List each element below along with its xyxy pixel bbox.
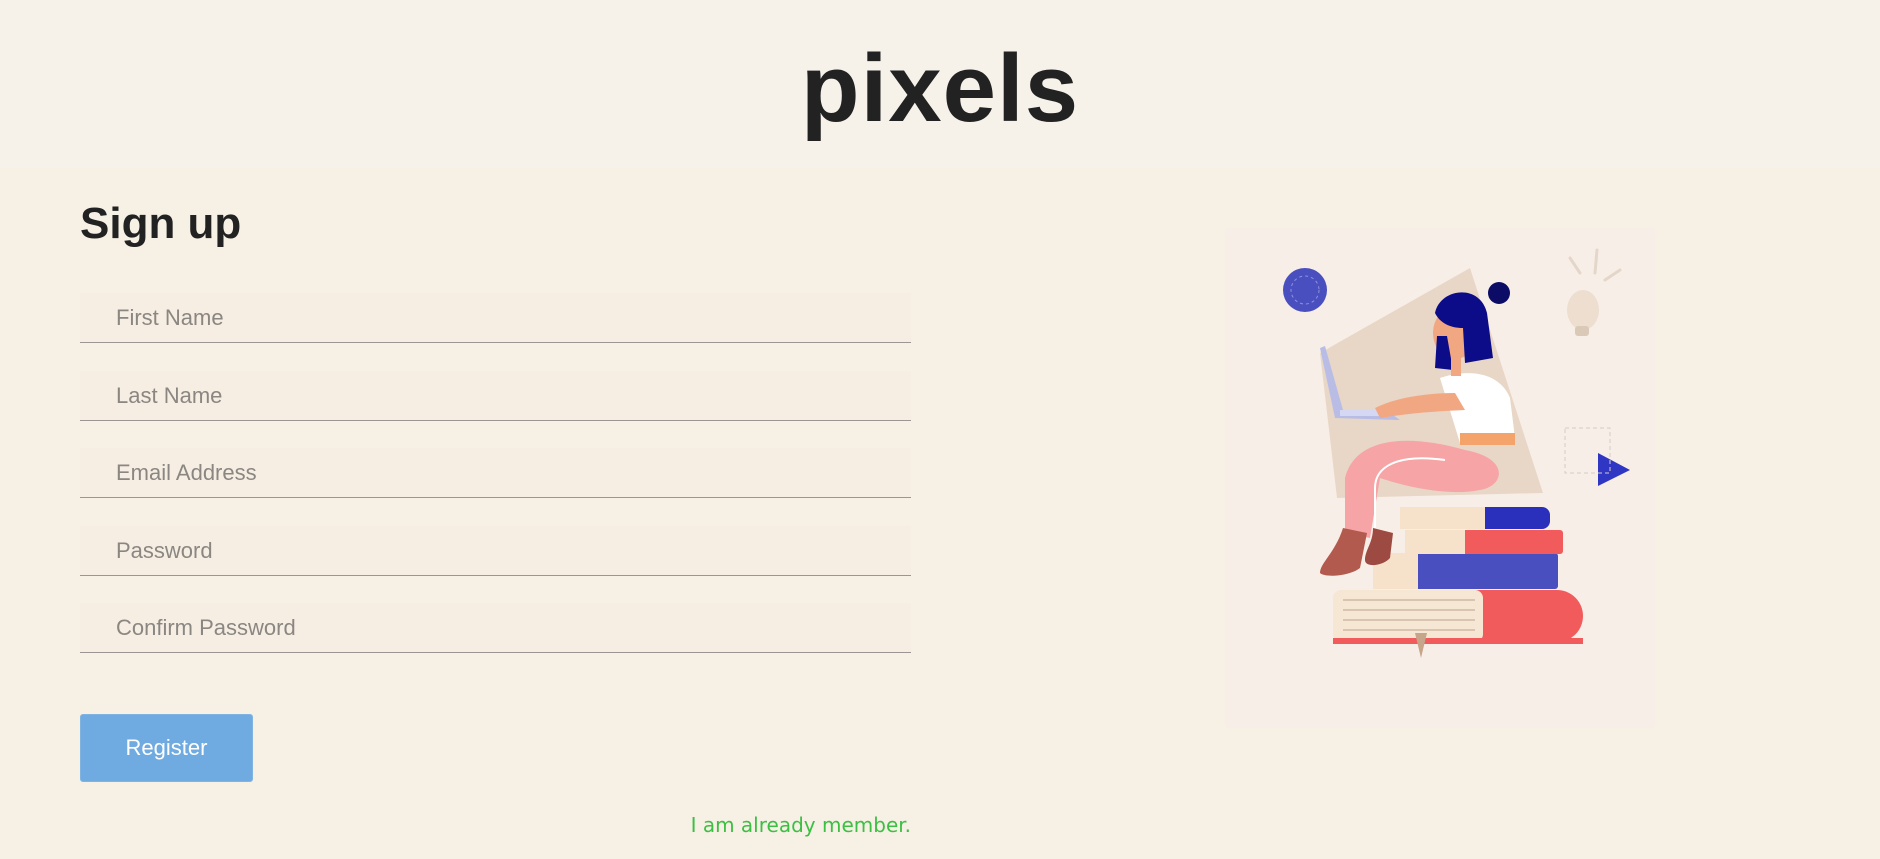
last-name-input[interactable] — [80, 371, 911, 421]
confirm-password-input[interactable] — [80, 603, 911, 653]
woman-on-books-illustration-icon — [1283, 248, 1630, 658]
email-input[interactable] — [80, 448, 911, 498]
password-input[interactable] — [80, 526, 911, 576]
brand-logo: pixels — [800, 35, 1080, 142]
form-title: Sign up — [80, 199, 242, 248]
signup-section: Sign up Register I am already member. — [0, 168, 1880, 859]
first-name-input[interactable] — [80, 293, 911, 343]
site-header: pixels — [0, 0, 1880, 168]
register-button[interactable]: Register — [80, 714, 253, 782]
already-member-link[interactable]: I am already member. — [691, 813, 911, 837]
signup-illustration — [1225, 228, 1655, 728]
